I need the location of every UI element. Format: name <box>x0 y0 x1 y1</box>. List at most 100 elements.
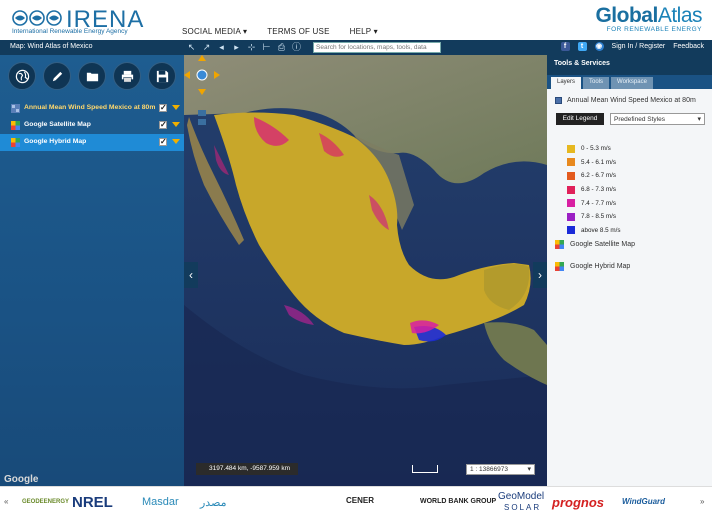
collapse-right-panel-button[interactable]: › <box>533 262 547 288</box>
select-tool-icon[interactable]: ↗ <box>201 41 212 53</box>
top-nav: SOCIAL MEDIA ▾ TERMS OF USE HELP ▾ <box>182 27 378 36</box>
legend-layer-satellite[interactable]: Google Satellite Map <box>555 240 635 249</box>
header: IRENA International Renewable Energy Age… <box>0 0 712 40</box>
tab-tools[interactable]: Tools <box>583 77 610 89</box>
wind-legend: 0 - 5.3 m/s 5.4 - 6.1 m/s 6.2 - 6.7 m/s … <box>567 142 621 237</box>
partner-nrel[interactable]: NREL <box>72 494 113 511</box>
scale-bar <box>412 465 438 473</box>
google-logo: Google <box>4 474 39 485</box>
legend-label: 7.4 - 7.7 m/s <box>581 199 616 207</box>
nav-help[interactable]: HELP ▾ <box>350 27 378 36</box>
pencil-icon <box>52 71 62 81</box>
tab-layers[interactable]: Layers <box>551 77 582 89</box>
layer-item-satellite[interactable]: Google Satellite Map <box>0 117 184 134</box>
partner-prognos[interactable]: prognos <box>552 495 604 510</box>
legend-item: 5.4 - 6.1 m/s <box>567 156 621 170</box>
legend-swatch <box>567 199 575 208</box>
irena-subtitle: International Renewable Energy Agency <box>12 28 128 35</box>
toolbar-right-links: f t ◉ Sign In / Register Feedback <box>560 42 704 51</box>
legend-layer-hybrid-label: Google Hybrid Map <box>570 263 631 270</box>
layer-item-hybrid[interactable]: Google Hybrid Map <box>0 134 184 151</box>
feedback-link[interactable]: Feedback <box>673 43 704 50</box>
printer-icon <box>121 70 133 82</box>
legend-swatch <box>567 158 575 167</box>
tab-workspace[interactable]: Workspace <box>611 77 653 89</box>
legend-item: 7.4 - 7.7 m/s <box>567 196 621 210</box>
legend-swatch <box>567 144 575 153</box>
layer-list: Annual Mean Wind Speed Mexico at 80m Goo… <box>0 100 184 151</box>
right-panel: Tools & Services Layers Tools Workspace … <box>547 55 712 486</box>
layer-checkbox-hybrid[interactable] <box>159 137 167 146</box>
layer-item-wind-speed[interactable]: Annual Mean Wind Speed Mexico at 80m <box>0 100 184 117</box>
global-atlas-logo[interactable]: GlobalAtlas FOR RENEWABLE ENERGY <box>595 4 702 33</box>
forward-icon[interactable]: ▸ <box>231 41 242 53</box>
partner-masdar[interactable]: Masdar <box>142 496 179 508</box>
collapse-left-panel-button[interactable]: ‹ <box>184 262 198 288</box>
back-icon[interactable]: ◂ <box>216 41 227 53</box>
map-tool-icons: ↖ ↗ ◂ ▸ ⊹ ⊢ ⎙ ⓘ <box>186 41 302 53</box>
partner-windguard[interactable]: WindGuard <box>622 497 665 506</box>
globe-tool-button[interactable] <box>8 62 36 90</box>
footer-next-icon[interactable]: » <box>700 497 704 506</box>
print-tool-button[interactable] <box>113 62 141 90</box>
tools-services-header: Tools & Services <box>547 55 712 75</box>
layer-checkbox-satellite[interactable] <box>159 120 167 129</box>
zoom-box-icon[interactable]: ⊹ <box>246 41 257 53</box>
right-panel-tabs: Layers Tools Workspace <box>547 75 712 89</box>
legend-label: 6.2 - 6.7 m/s <box>581 172 616 180</box>
irena-globes-icon <box>12 10 62 26</box>
legend-layer-wind[interactable]: Annual Mean Wind Speed Mexico at 80m <box>555 97 696 104</box>
google-maps-icon <box>11 138 20 147</box>
layer-checkbox-wind[interactable] <box>159 103 167 112</box>
info-icon[interactable]: ⓘ <box>291 41 302 53</box>
google-maps-icon <box>11 121 20 130</box>
globe-icon[interactable]: ◉ <box>594 42 604 51</box>
left-toolbar <box>8 62 176 90</box>
legend-label: 0 - 5.3 m/s <box>581 145 611 153</box>
legend-swatch <box>567 226 575 235</box>
partner-geomodel[interactable]: GeoModel <box>498 491 544 502</box>
ga-word-light: Atlas <box>657 4 703 27</box>
edit-legend-button[interactable]: Edit Legend <box>556 113 604 125</box>
legend-item: 6.8 - 7.3 m/s <box>567 183 621 197</box>
partner-cener[interactable]: CENER <box>346 496 374 505</box>
save-tool-button[interactable] <box>148 62 176 90</box>
predefined-styles-select[interactable]: Predefined Styles <box>610 113 705 125</box>
twitter-icon[interactable]: t <box>577 42 587 51</box>
raster-layer-icon <box>11 104 20 113</box>
toolbar: Map: Wind Atlas of Mexico ↖ ↗ ◂ ▸ ⊹ ⊢ ⎙ … <box>0 40 712 55</box>
facebook-icon[interactable]: f <box>560 42 570 51</box>
partner-geomodel-solar[interactable]: SOLAR <box>504 503 541 512</box>
pan-tool-icon[interactable]: ↖ <box>186 41 197 53</box>
print-tool-icon[interactable]: ⎙ <box>276 41 287 53</box>
partner-masdar-arabic[interactable]: مصدر <box>200 496 227 509</box>
layer-options-arrow-icon[interactable] <box>172 105 180 110</box>
search-input[interactable] <box>313 42 441 53</box>
legend-layer-hybrid[interactable]: Google Hybrid Map <box>555 262 630 271</box>
measure-icon[interactable]: ⊢ <box>261 41 272 53</box>
legend-item: 0 - 5.3 m/s <box>567 142 621 156</box>
legend-label: 6.8 - 7.3 m/s <box>581 186 616 194</box>
legend-layer-wind-label: Annual Mean Wind Speed Mexico at 80m <box>567 97 696 104</box>
legend-item: 6.2 - 6.7 m/s <box>567 169 621 183</box>
partner-world-bank[interactable]: WORLD BANK GROUP <box>420 498 496 505</box>
folder-tool-button[interactable] <box>78 62 106 90</box>
partner-geodeenergy[interactable]: GEODEENERGY <box>22 499 69 505</box>
map-pan-control[interactable] <box>184 55 220 131</box>
map-canvas[interactable] <box>184 55 547 486</box>
global-atlas-subtitle: FOR RENEWABLE ENERGY <box>606 26 702 33</box>
nav-terms-of-use[interactable]: TERMS OF USE <box>267 27 329 36</box>
layer-options-arrow-icon[interactable] <box>172 139 180 144</box>
nav-social-media[interactable]: SOCIAL MEDIA ▾ <box>182 27 247 36</box>
layer-name-hybrid: Google Hybrid Map <box>24 138 87 145</box>
legend-label: 5.4 - 6.1 m/s <box>581 158 616 166</box>
scale-select[interactable]: 1 : 13866973 <box>466 464 535 475</box>
layer-options-arrow-icon[interactable] <box>172 122 180 127</box>
legend-swatch <box>567 212 575 221</box>
edit-tool-button[interactable] <box>43 62 71 90</box>
footer-prev-icon[interactable]: « <box>4 497 8 506</box>
cursor-coordinates: 3197.484 km, -9587.959 km <box>196 463 298 475</box>
signin-link[interactable]: Sign In / Register <box>612 43 666 50</box>
left-panel: Annual Mean Wind Speed Mexico at 80m Goo… <box>0 55 184 486</box>
legend-item: 7.8 - 8.5 m/s <box>567 210 621 224</box>
